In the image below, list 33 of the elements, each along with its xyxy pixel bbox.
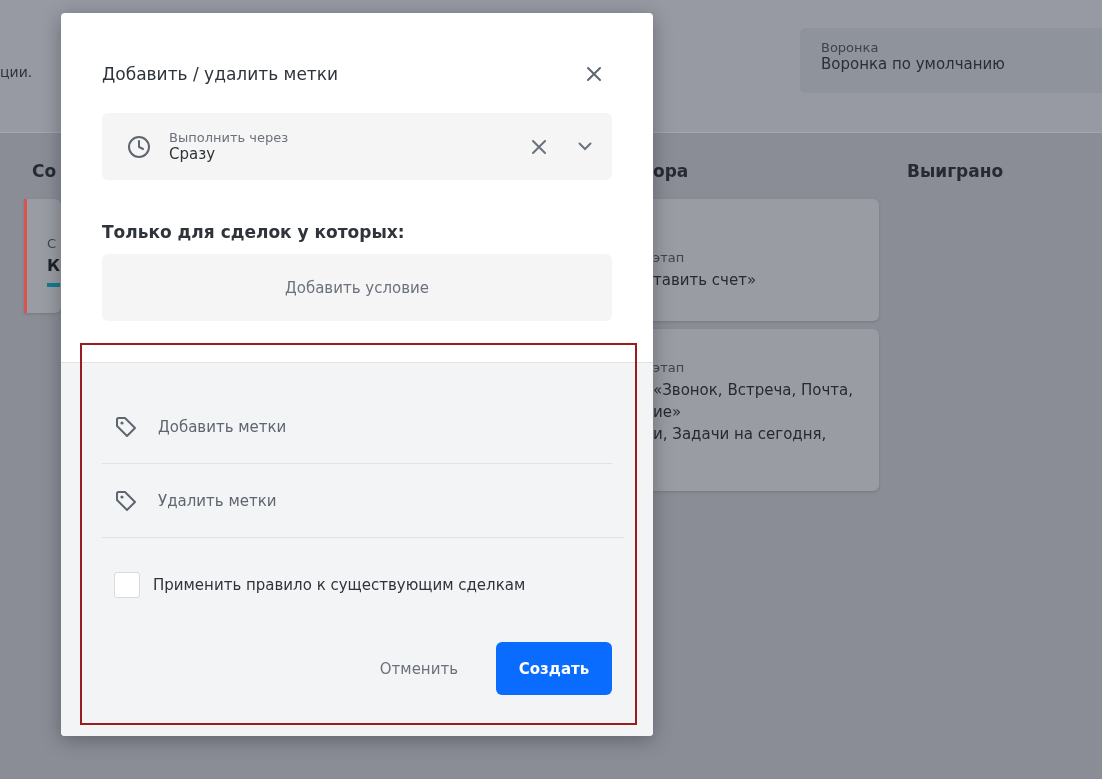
card-text: тавить счет» xyxy=(653,270,758,291)
deal-card[interactable]: этап тавить счет» xyxy=(653,199,879,321)
chevron-down-icon[interactable] xyxy=(578,142,592,151)
description-text: ции. xyxy=(0,64,33,80)
add-condition-button[interactable]: Добавить условие xyxy=(102,254,612,321)
card-text: этап xyxy=(653,359,686,377)
card-text: К xyxy=(47,255,61,277)
card-text: этап xyxy=(653,249,686,267)
checkbox[interactable] xyxy=(114,572,140,598)
tag-icon xyxy=(114,488,138,513)
modal-title: Добавить / удалить метки xyxy=(102,64,339,84)
card-text: С xyxy=(47,235,58,253)
action-item[interactable]: Добавить метки xyxy=(102,391,612,463)
funnel-select[interactable]: Воронка Воронка по умолчанию xyxy=(800,28,1102,93)
tag-icon xyxy=(114,415,138,439)
action-item[interactable]: Удалить метки xyxy=(102,464,612,537)
column-title: ора xyxy=(653,161,690,183)
deal-card[interactable]: этап «Звонок, Встреча, Почта, ие» и, Задачи на сегодня, xyxy=(653,329,879,491)
accent-bar xyxy=(47,283,60,287)
delay-select[interactable]: Выполнить через Сразу xyxy=(102,113,612,180)
clock-icon xyxy=(127,134,151,159)
section-heading: Только для сделок у которых: xyxy=(102,222,406,242)
column-title: Выиграно xyxy=(907,161,1004,183)
card-text: и, Задачи на сегодня, xyxy=(653,424,828,445)
clear-icon[interactable] xyxy=(532,139,546,154)
close-icon[interactable] xyxy=(586,66,602,82)
card-text: ие» xyxy=(653,402,683,423)
card-text: «Звонок, Встреча, Почта, xyxy=(653,380,855,401)
checkbox-label: Применить правило к существующим сделкам xyxy=(153,576,526,594)
column-title: Со xyxy=(32,161,58,183)
create-button[interactable]: Создать xyxy=(496,642,612,695)
deal-card[interactable]: С К xyxy=(24,199,61,313)
cancel-button[interactable]: Отменить xyxy=(379,659,458,678)
